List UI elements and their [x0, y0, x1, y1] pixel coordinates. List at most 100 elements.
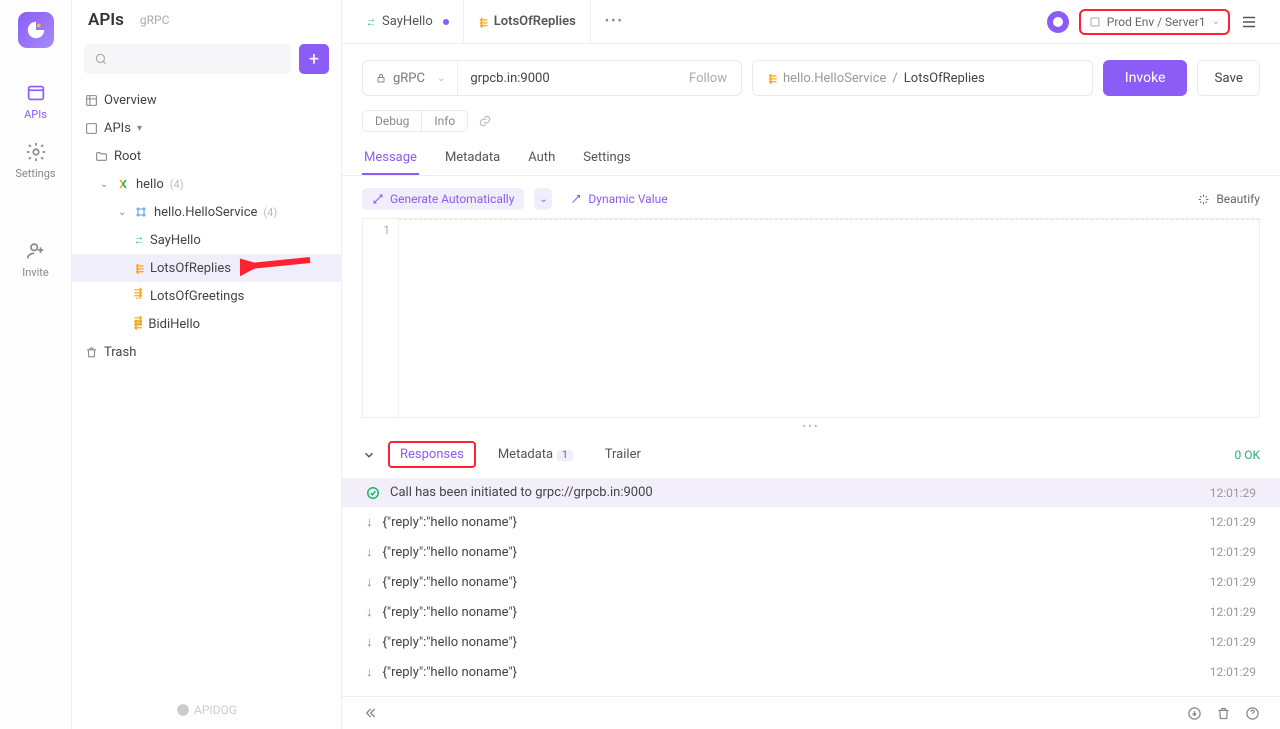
main-panel: →→ SayHello →⇶ LotsOfReplies ••• Prod En… — [342, 0, 1280, 729]
download-icon: ↓ — [366, 574, 373, 590]
app-logo — [18, 12, 54, 48]
unsaved-dot-icon — [443, 19, 449, 25]
download-icon: ↓ — [366, 544, 373, 560]
collapse-panel-button[interactable] — [362, 705, 378, 721]
generate-button[interactable]: Generate Automatically — [362, 188, 524, 210]
tab-more-button[interactable]: ••• — [591, 14, 638, 29]
mode-debug[interactable]: Debug — [363, 111, 421, 131]
tab-lotsofreplies[interactable]: →⇶ LotsOfReplies — [463, 0, 591, 43]
method-sayhello[interactable]: →→ SayHello — [72, 226, 341, 254]
help-button[interactable] — [1245, 706, 1260, 721]
resptab-metadata[interactable]: Metadata1 — [488, 443, 583, 466]
tab-sayhello[interactable]: →→ SayHello — [352, 0, 463, 43]
add-button[interactable]: + — [299, 44, 329, 74]
sidebar: APIs gRPC + Overview APIs ▾ Root — [72, 0, 342, 729]
proto-select[interactable]: gRPC ⌄ — [363, 61, 457, 95]
line-gutter: 1 — [363, 219, 399, 417]
reqtab-metadata[interactable]: Metadata — [443, 142, 502, 175]
env-icon — [1089, 16, 1101, 28]
api-icon — [84, 121, 98, 135]
tree-hello[interactable]: ⌄ hello (4) — [72, 170, 341, 198]
sidebar-proto: gRPC — [140, 13, 170, 27]
response-row[interactable]: ↓{"reply":"hello noname"} 12:01:29 — [342, 627, 1280, 657]
resptab-trailer[interactable]: Trailer — [595, 443, 651, 466]
magic-icon — [570, 193, 582, 205]
api-tree: Overview APIs ▾ Root ⌄ hello (4) ⌄ hello… — [72, 84, 341, 691]
editor-tabs: →→ SayHello →⇶ LotsOfReplies ••• Prod En… — [342, 0, 1280, 44]
response-row[interactable]: ↓{"reply":"hello noname"} 12:01:29 — [342, 537, 1280, 567]
folder-icon — [94, 149, 108, 163]
unary-icon: →→ — [134, 236, 144, 244]
bidi-stream-icon: ⇶⇶ — [134, 320, 142, 328]
download-icon: ↓ — [366, 514, 373, 530]
sparkle-icon — [1197, 193, 1210, 206]
message-editor[interactable]: 1 — [362, 218, 1260, 418]
follow-button[interactable]: Follow — [677, 61, 741, 95]
collapse-response-button[interactable] — [362, 448, 376, 462]
sidebar-title: APIs — [88, 10, 124, 30]
url-input[interactable]: grpcb.in:9000 — [457, 61, 677, 95]
server-stream-icon: →⇶ — [134, 264, 144, 272]
scroll-bottom-button[interactable] — [1187, 706, 1202, 721]
response-list: Call has been initiated to grpc://grpcb.… — [342, 478, 1280, 696]
response-row[interactable]: ↓{"reply":"hello noname"} 12:01:29 — [342, 657, 1280, 687]
environment-selector[interactable]: Prod Env / Server1 ⌄ — [1079, 9, 1230, 35]
method-selector[interactable]: →⇶ hello.HelloService / LotsOfReplies — [752, 60, 1093, 96]
dynamic-value-button[interactable]: Dynamic Value — [562, 188, 675, 210]
brand-footer: APIDOG — [72, 691, 341, 729]
rail-apis[interactable]: APIs — [6, 72, 66, 131]
split-handle[interactable]: ••• — [342, 418, 1280, 435]
server-stream-icon: →⇶ — [767, 74, 777, 82]
menu-button[interactable] — [1240, 13, 1258, 31]
generate-dropdown[interactable]: ⌄ — [534, 188, 552, 210]
reqtab-message[interactable]: Message — [362, 142, 419, 175]
save-button[interactable]: Save — [1197, 60, 1260, 96]
link-icon[interactable] — [478, 114, 492, 128]
notification-button[interactable] — [1047, 11, 1069, 33]
invoke-button[interactable]: Invoke — [1103, 60, 1188, 96]
wand-icon — [372, 193, 384, 205]
server-stream-icon: →⇶ — [478, 18, 488, 26]
service-icon — [134, 205, 148, 219]
chevron-down-icon: ⌄ — [1212, 16, 1220, 27]
download-icon: ↓ — [366, 634, 373, 650]
reqtab-settings[interactable]: Settings — [581, 142, 632, 175]
response-row[interactable]: Call has been initiated to grpc://grpcb.… — [342, 478, 1280, 507]
resptab-responses[interactable]: Responses — [388, 441, 476, 468]
unary-icon: →→ — [366, 18, 376, 26]
tree-service[interactable]: ⌄ hello.HelloService (4) — [72, 198, 341, 226]
search-icon — [94, 52, 108, 66]
lock-icon — [375, 72, 387, 84]
download-icon: ↓ — [366, 604, 373, 620]
tree-trash[interactable]: Trash — [72, 338, 341, 366]
url-bar: gRPC ⌄ grpcb.in:9000 Follow — [362, 60, 742, 96]
mode-toggle: Debug Info — [362, 110, 468, 132]
method-lotsofgreetings[interactable]: ⇶→ LotsOfGreetings — [72, 282, 341, 310]
beautify-button[interactable]: Beautify — [1197, 192, 1260, 206]
chevron-down-icon: ⌄ — [118, 207, 128, 218]
request-tabs: Message Metadata Auth Settings — [342, 136, 1280, 176]
response-row[interactable]: ↓{"reply":"hello noname"} 12:01:29 — [342, 507, 1280, 537]
method-bidihello[interactable]: ⇶⇶ BidiHello — [72, 310, 341, 338]
chevron-down-icon: ⌄ — [100, 179, 110, 190]
mode-info[interactable]: Info — [421, 111, 467, 131]
download-icon: ↓ — [366, 664, 373, 680]
method-lotsofreplies[interactable]: →⇶ LotsOfReplies — [72, 254, 341, 282]
nav-rail: APIs Settings Invite — [0, 0, 72, 729]
rail-invite[interactable]: Invite — [6, 230, 66, 289]
tree-overview[interactable]: Overview — [72, 86, 341, 114]
response-status: 0 OK — [1234, 448, 1260, 462]
tree-root[interactable]: Root — [72, 142, 341, 170]
response-row[interactable]: ↓{"reply":"hello noname"} 12:01:29 — [342, 567, 1280, 597]
proto-icon — [116, 177, 130, 191]
rail-settings[interactable]: Settings — [6, 131, 66, 190]
grid-icon — [84, 93, 98, 107]
clear-button[interactable] — [1216, 706, 1231, 721]
trash-icon — [84, 345, 98, 359]
response-row[interactable]: ↓{"reply":"hello noname"} 12:01:29 — [342, 597, 1280, 627]
success-icon — [366, 486, 380, 500]
reqtab-auth[interactable]: Auth — [526, 142, 557, 175]
tree-apis-group[interactable]: APIs ▾ — [72, 114, 341, 142]
caret-icon: ▾ — [137, 123, 147, 134]
search-input[interactable] — [84, 44, 291, 74]
